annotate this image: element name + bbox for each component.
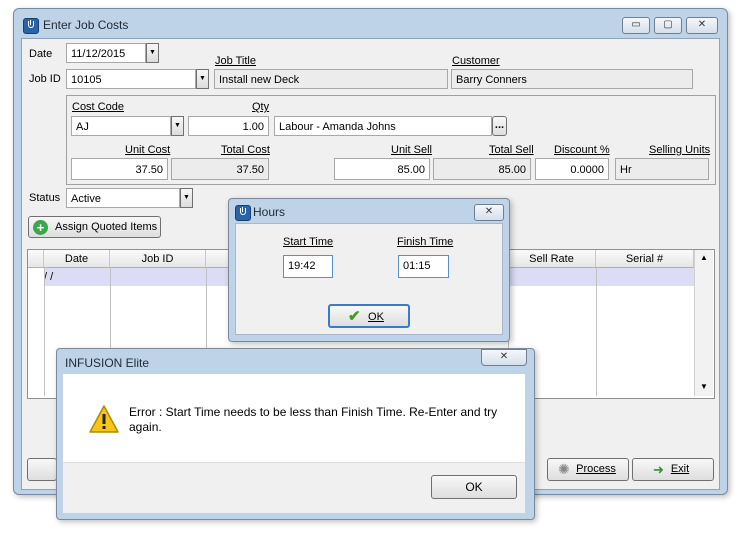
finish-time-label: Finish Time <box>397 236 454 248</box>
grid-divider <box>596 268 597 396</box>
discount-label: Discount % <box>554 144 610 156</box>
error-ok-button[interactable]: OK <box>431 475 517 499</box>
selling-units-label: Selling Units <box>649 144 711 156</box>
status-label: Status <box>29 192 61 204</box>
hours-ok-button[interactable]: ✔ OK <box>328 304 410 328</box>
exit-button[interactable]: ➜ Exit <box>632 458 714 481</box>
qty-label: Qty <box>252 101 270 113</box>
hours-dialog-title: Hours <box>253 205 286 219</box>
job-id-field[interactable]: 10105 <box>66 69 196 89</box>
unit-cost-field[interactable]: 37.50 <box>71 158 168 180</box>
unit-sell-field[interactable]: 85.00 <box>334 158 430 180</box>
cost-code-label: Cost Code <box>72 101 124 113</box>
discount-field[interactable]: 0.0000 <box>535 158 609 180</box>
scroll-down-icon[interactable]: ▼ <box>700 382 708 391</box>
error-message-text: Error : Start Time needs to be less than… <box>129 405 498 434</box>
window-title: Enter Job Costs <box>43 18 129 32</box>
close-button[interactable]: ✕ <box>686 17 718 34</box>
assign-quoted-items-button[interactable]: + Assign Quoted Items <box>28 216 161 238</box>
error-close-button[interactable]: ✕ <box>481 349 527 366</box>
description-field[interactable]: Labour - Amanda Johns <box>274 116 492 136</box>
grid-cell-date: / / <box>44 271 54 283</box>
unit-cost-label: Unit Cost <box>125 144 171 156</box>
minimize-button[interactable]: ▭ <box>622 17 650 34</box>
checkmark-icon: ✔ <box>348 308 361 325</box>
browse-button[interactable]: ... <box>492 116 507 136</box>
scroll-up-icon[interactable]: ▲ <box>700 253 708 262</box>
process-label: Process <box>576 463 616 475</box>
warning-icon <box>89 405 119 433</box>
total-cost-label: Total Cost <box>221 144 270 156</box>
hours-power-icon <box>235 205 251 221</box>
date-field[interactable]: 11/12/2015 <box>66 43 146 63</box>
qty-field[interactable]: 1.00 <box>188 116 269 136</box>
cost-code-field[interactable]: AJ <box>71 116 171 136</box>
grid-header-job-id[interactable]: Job ID <box>110 250 206 268</box>
total-cost-field: 37.50 <box>171 158 269 180</box>
start-time-label: Start Time <box>283 236 334 248</box>
hours-close-button[interactable]: ✕ <box>474 204 504 221</box>
exit-icon: ➜ <box>653 462 664 477</box>
date-dropdown-button[interactable]: ▼ <box>146 43 159 63</box>
finish-time-field[interactable]: 01:15 <box>398 255 449 278</box>
start-time-field[interactable]: 19:42 <box>283 255 333 278</box>
job-title-field: Install new Deck <box>214 69 448 89</box>
date-label: Date <box>29 48 53 60</box>
grid-header-sell-rate[interactable]: Sell Rate <box>508 250 596 268</box>
exit-label: Exit <box>670 463 690 475</box>
grid-divider <box>44 268 45 396</box>
app-power-icon <box>23 18 39 34</box>
hours-ok-label: OK <box>368 311 384 323</box>
selling-units-field: Hr <box>615 158 709 180</box>
job-id-dropdown-button[interactable]: ▼ <box>196 69 209 89</box>
customer-label: Customer <box>452 55 500 67</box>
cost-code-dropdown-button[interactable]: ▼ <box>171 116 184 136</box>
status-dropdown-button[interactable]: ▼ <box>180 188 193 208</box>
grid-header-serial[interactable]: Serial # <box>596 250 694 268</box>
add-icon: + <box>33 220 48 235</box>
error-dialog-title: INFUSION Elite <box>65 356 150 370</box>
grid-header-date[interactable]: Date <box>44 250 110 268</box>
print-button[interactable] <box>27 458 57 481</box>
process-icon: ✺ <box>558 461 570 477</box>
grid-vertical-scrollbar[interactable]: ▲ ▼ <box>694 250 713 396</box>
assign-quoted-items-label: Assign Quoted Items <box>55 221 158 233</box>
customer-field: Barry Conners <box>451 69 693 89</box>
unit-sell-label: Unit Sell <box>391 144 432 156</box>
job-id-label: Job ID <box>29 73 61 85</box>
process-button[interactable]: ✺ Process <box>547 458 629 481</box>
job-title-label: Job Title <box>215 55 256 67</box>
status-field[interactable]: Active <box>66 188 180 208</box>
total-sell-label: Total Sell <box>489 144 534 156</box>
total-sell-field: 85.00 <box>433 158 531 180</box>
grid-row-header <box>28 250 44 268</box>
maximize-button[interactable]: ▢ <box>654 17 682 34</box>
